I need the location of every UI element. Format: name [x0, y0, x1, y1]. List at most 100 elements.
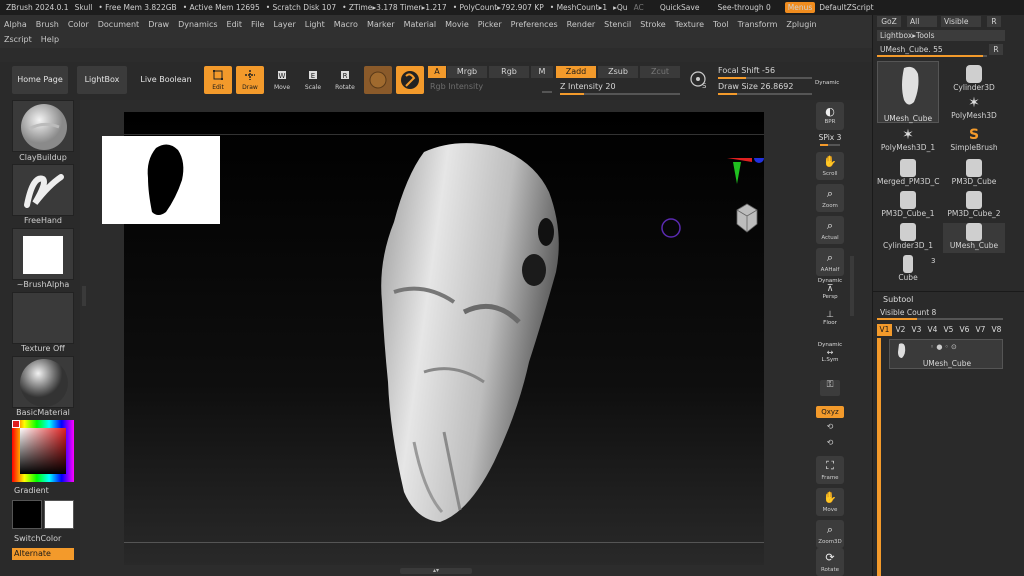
tool-cube[interactable]: Cube: [877, 255, 939, 285]
tool-cylinder3d[interactable]: Cylinder3D: [943, 65, 1005, 95]
mrgb-button[interactable]: Mrgb: [447, 66, 487, 78]
rotate-view-button[interactable]: ⟳ Rotate: [816, 548, 844, 576]
r-button[interactable]: R: [987, 16, 1001, 27]
version-tab-v4[interactable]: V4: [925, 324, 940, 336]
zadd-button[interactable]: Zadd: [556, 66, 596, 78]
sculptris-pro-button[interactable]: [364, 66, 392, 94]
actual-button[interactable]: ⌕ Actual: [816, 216, 844, 244]
subtool-header[interactable]: Subtool: [883, 295, 913, 304]
draw-button[interactable]: Draw: [236, 66, 264, 94]
tool-polymesh3d[interactable]: ✶ PolyMesh3D: [943, 95, 1005, 125]
frame-button[interactable]: ⛶ Frame: [816, 456, 844, 484]
gizmo-button[interactable]: [396, 66, 424, 94]
zoom3d-button[interactable]: ⌕ Zoom3D: [816, 520, 844, 548]
tool-polymesh3d-1[interactable]: ✶ PolyMesh3D_1: [877, 127, 939, 157]
menu-stencil[interactable]: Stencil: [604, 17, 631, 32]
z-intensity-slider[interactable]: Z Intensity 20: [560, 82, 680, 96]
color-picker[interactable]: [12, 420, 74, 482]
edit-button[interactable]: Edit: [204, 66, 232, 94]
tool-pm3d-cube-1[interactable]: PM3D_Cube_1: [877, 191, 939, 221]
color-sv-square[interactable]: [20, 428, 66, 474]
stroke-selector[interactable]: [12, 164, 74, 216]
m-button[interactable]: M: [531, 66, 553, 78]
default-zscript-button[interactable]: DefaultZScript: [819, 3, 873, 12]
menu-material[interactable]: Material: [404, 17, 437, 32]
version-tab-v3[interactable]: V3: [909, 324, 924, 336]
scale-button[interactable]: E Scale: [299, 66, 327, 94]
menu-dynamics[interactable]: Dynamics: [178, 17, 217, 32]
tool-pm3d-cube[interactable]: PM3D_Cube: [943, 159, 1005, 189]
rotate-x-icon[interactable]: ⟲: [816, 422, 844, 431]
menu-brush[interactable]: Brush: [36, 17, 59, 32]
menu-layer[interactable]: Layer: [273, 17, 295, 32]
ac-button[interactable]: AC: [634, 3, 644, 12]
all-button[interactable]: All: [907, 16, 937, 27]
texture-selector[interactable]: [12, 292, 74, 344]
menu-edit[interactable]: Edit: [227, 17, 243, 32]
menu-stroke[interactable]: Stroke: [640, 17, 666, 32]
menu-zplugin[interactable]: Zplugin: [786, 17, 816, 32]
tool-merged-pm3d[interactable]: Merged_PM3D_C: [877, 159, 939, 189]
switchcolor-button[interactable]: SwitchColor: [14, 534, 61, 543]
goz-button[interactable]: GoZ: [877, 16, 901, 27]
left-tray-handle[interactable]: [82, 286, 86, 306]
menu-help[interactable]: Help: [41, 32, 59, 47]
menu-zscript[interactable]: Zscript: [4, 32, 32, 47]
zsub-button[interactable]: Zsub: [598, 66, 638, 78]
tool-cylinder3d-1[interactable]: Cylinder3D_1: [877, 223, 939, 253]
menu-alpha[interactable]: Alpha: [4, 17, 27, 32]
bottom-tray-handle[interactable]: ▴▾: [400, 568, 472, 574]
a-button[interactable]: A: [428, 66, 446, 78]
menu-macro[interactable]: Macro: [334, 17, 358, 32]
gradient-label[interactable]: Gradient: [14, 486, 49, 495]
secondary-color-swatch[interactable]: [44, 500, 74, 529]
visible-count-slider[interactable]: Visible Count 8: [877, 308, 1003, 320]
zoom-button[interactable]: ⌕ Zoom: [816, 184, 844, 212]
local-button[interactable]: ⚿: [820, 380, 840, 396]
dynamic-label[interactable]: Dynamic: [815, 80, 839, 86]
menu-preferences[interactable]: Preferences: [511, 17, 558, 32]
lsym-button[interactable]: Dynamic ↔ L.Sym: [816, 342, 844, 363]
qxyz-button[interactable]: Qxyz: [816, 406, 844, 418]
menu-draw[interactable]: Draw: [148, 17, 169, 32]
move-button[interactable]: W Move: [268, 66, 296, 94]
bpr-button[interactable]: ◐ BPR: [816, 102, 844, 130]
lightbox-button[interactable]: LightBox: [77, 66, 127, 94]
menu-movie[interactable]: Movie: [445, 17, 469, 32]
skull-model[interactable]: [124, 112, 764, 565]
current-tool-slider[interactable]: UMesh_Cube. 55: [877, 44, 987, 57]
viewport-canvas[interactable]: [124, 112, 764, 565]
move-view-button[interactable]: ✋ Move: [816, 488, 844, 516]
version-tab-v2[interactable]: V2: [893, 324, 908, 336]
subtool-item[interactable]: ◦ ● ◦ ⊙ UMesh_Cube: [889, 339, 1003, 369]
rgb-intensity-slider[interactable]: Rgb Intensity: [430, 82, 555, 94]
tool-thumb-active[interactable]: UMesh_Cube: [877, 61, 939, 123]
subtool-visibility-icons[interactable]: ◦ ● ◦ ⊙: [930, 343, 957, 351]
menu-render[interactable]: Render: [567, 17, 595, 32]
draw-size-slider[interactable]: Draw Size 26.8692: [718, 82, 812, 96]
menu-tool[interactable]: Tool: [713, 17, 729, 32]
persp-button[interactable]: Dynamic ⊼ Persp: [816, 278, 844, 300]
rotate-button[interactable]: R Rotate: [331, 66, 359, 94]
tool-simplebrush[interactable]: S SimpleBrush: [943, 127, 1005, 157]
focal-shift-slider[interactable]: Focal Shift -56: [718, 66, 812, 80]
live-boolean-button[interactable]: Live Boolean: [138, 66, 194, 94]
alternate-button[interactable]: Alternate: [12, 548, 74, 560]
lazy-mouse-button[interactable]: S: [688, 68, 712, 92]
menu-color[interactable]: Color: [68, 17, 89, 32]
quicksave-button[interactable]: QuickSave: [660, 3, 700, 12]
subtool-scrollbar[interactable]: [877, 338, 881, 576]
rgb-button[interactable]: Rgb: [489, 66, 529, 78]
version-tab-v7[interactable]: V7: [973, 324, 988, 336]
version-tab-v1[interactable]: V1: [877, 324, 892, 336]
menu-texture[interactable]: Texture: [675, 17, 704, 32]
version-tab-v8[interactable]: V8: [989, 324, 1004, 336]
floor-button[interactable]: ⊥ Floor: [816, 310, 844, 326]
menu-light[interactable]: Light: [305, 17, 325, 32]
menu-document[interactable]: Document: [98, 17, 139, 32]
see-through-slider[interactable]: See-through 0: [717, 3, 770, 12]
version-tab-v5[interactable]: V5: [941, 324, 956, 336]
r2-button[interactable]: R: [989, 44, 1003, 55]
alpha-selector[interactable]: [12, 228, 74, 280]
menu-picker[interactable]: Picker: [478, 17, 502, 32]
